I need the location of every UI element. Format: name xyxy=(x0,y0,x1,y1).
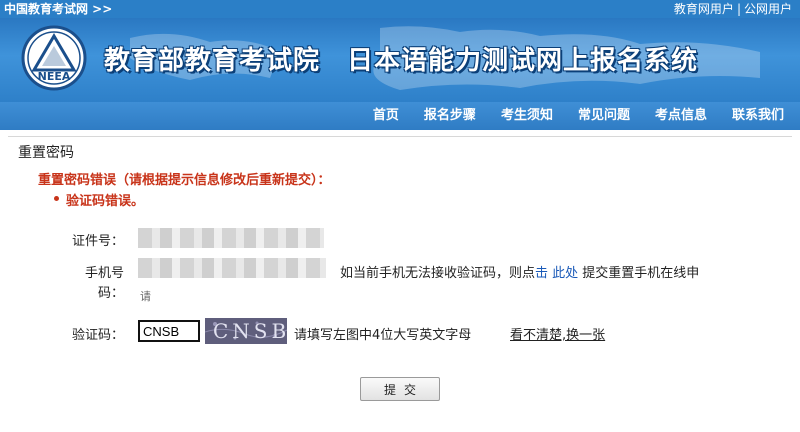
phone-hint-wrap: 请 xyxy=(140,290,151,303)
phone-hint: 如当前手机无法接收验证码，则点击 此处 提交重置手机在线申 xyxy=(340,262,699,281)
phone-hint-suffix: 提交重置手机在线申 xyxy=(578,266,700,281)
nav-test-center-info[interactable]: 考点信息 xyxy=(655,102,707,130)
public-user-link[interactable]: 公网用户 xyxy=(744,2,792,16)
captcha-image[interactable]: CNSB xyxy=(205,318,287,344)
edu-user-link[interactable]: 教育网用户 xyxy=(674,2,734,16)
phone-hint-prefix: 如当前手机无法接收验证码，则点 xyxy=(340,266,536,281)
submit-button[interactable]: 提交 xyxy=(360,377,440,401)
nav-home[interactable]: 首页 xyxy=(373,102,399,130)
captcha-text: CNSB xyxy=(213,319,287,343)
top-bar: 中国教育考试网 >> 教育网用户 | 公网用户 xyxy=(0,0,800,18)
captcha-refresh-link[interactable]: 看不清楚,换一张 xyxy=(510,324,605,343)
reset-phone-link[interactable]: 击 此处 xyxy=(535,266,578,281)
phone-number-field-redacted[interactable] xyxy=(138,258,326,278)
content-divider xyxy=(8,136,792,137)
nav-candidate-notice[interactable]: 考生须知 xyxy=(501,102,553,130)
nav-registration-steps[interactable]: 报名步骤 xyxy=(424,102,476,130)
user-links: 教育网用户 | 公网用户 xyxy=(674,0,792,18)
captcha-label: 验证码： xyxy=(71,328,124,343)
page-title: 重置密码 xyxy=(18,145,74,161)
logo-text: NEEA xyxy=(38,70,71,83)
bullet-icon xyxy=(54,196,59,201)
error-title: 重置密码错误（请根据提示信息修改后重新提交）： xyxy=(38,173,331,188)
user-link-separator: | xyxy=(736,2,741,16)
captcha-input[interactable] xyxy=(138,320,200,342)
header-banner: NEEA 教育部教育考试院 日本语能力测试网上报名系统 xyxy=(0,18,800,102)
neea-logo: NEEA xyxy=(21,25,87,91)
captcha-noise: CNSB xyxy=(205,318,287,344)
nav-faq[interactable]: 常见问题 xyxy=(578,102,630,130)
id-number-field-redacted[interactable] xyxy=(138,228,324,248)
captcha-hint: 请填写左图中4位大写英文字母 xyxy=(294,328,472,343)
error-item-text: 验证码错误。 xyxy=(66,194,145,209)
system-title: 教育部教育考试院 日本语能力测试网上报名系统 xyxy=(104,46,699,76)
phone-number-label: 手机号码： xyxy=(84,266,124,301)
nav-contact-us[interactable]: 联系我们 xyxy=(732,102,784,130)
main-nav: 首页 报名步骤 考生须知 常见问题 考点信息 联系我们 xyxy=(0,102,800,130)
id-number-label: 证件号： xyxy=(71,234,124,249)
site-link[interactable]: 中国教育考试网 >> xyxy=(4,0,112,18)
error-item: 验证码错误。 xyxy=(54,190,145,209)
